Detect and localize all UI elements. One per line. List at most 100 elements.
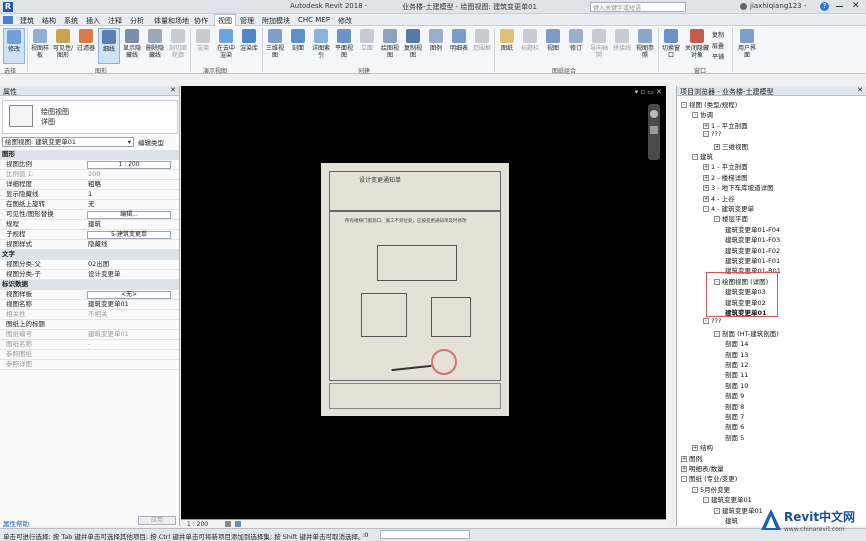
scope-box-button[interactable]: 范围框 <box>471 28 493 64</box>
expand-icon[interactable]: + <box>703 195 709 202</box>
show-hidden-lines-button[interactable]: 显示隐藏线 <box>121 28 143 64</box>
instance-selector[interactable]: 绘图视图: 建筑变更单01 ▾ <box>2 137 134 147</box>
edit-type-button[interactable]: 编辑类型 <box>138 137 164 147</box>
minimize-icon[interactable] <box>836 6 843 7</box>
browser-item[interactable]: -??? <box>703 317 721 325</box>
cut-profile-button[interactable]: 剖切面轮廓 <box>167 28 189 64</box>
browser-item[interactable]: 建筑变更单01-F04 <box>725 224 780 234</box>
close-icon[interactable]: ✕ <box>852 1 860 11</box>
place-view-button[interactable]: 视图 <box>542 28 564 64</box>
browser-item[interactable]: +3 - 地下车库坡道详图 <box>703 182 774 192</box>
render-button[interactable]: 渲染 <box>192 28 214 64</box>
cascade-button[interactable]: 层叠 <box>712 41 724 50</box>
render-gallery-button[interactable]: 渲染库 <box>238 28 260 64</box>
expand-icon[interactable]: + <box>714 143 720 150</box>
expand-icon[interactable]: + <box>703 174 709 181</box>
browser-item[interactable]: + 结构 <box>692 442 713 452</box>
tab-chc-mep[interactable]: CHC MEP <box>298 16 330 24</box>
tab-annotate[interactable]: 注释 <box>108 16 122 26</box>
tab-structure[interactable]: 结构 <box>42 16 56 26</box>
browser-item[interactable]: +1 - 平立剖面 <box>703 120 748 130</box>
user-interface-button[interactable]: 用户界面 <box>736 28 758 64</box>
browser-item[interactable]: - 协调 <box>692 109 713 119</box>
browser-item[interactable]: - 剖面 (HT-建筑剖面) <box>714 328 779 338</box>
property-value[interactable]: 1 : 200 <box>87 161 171 169</box>
cloud-render-button[interactable]: 在云中渲染 <box>215 28 237 64</box>
collapse-icon[interactable]: - <box>692 112 698 119</box>
browser-item[interactable]: -4 - 建筑变更单 <box>703 203 754 213</box>
close-icon[interactable]: ✕ <box>857 86 863 94</box>
thin-lines-button[interactable]: 细线 <box>98 28 120 64</box>
callout-button[interactable]: 详图索引 <box>310 28 332 64</box>
app-logo-icon[interactable]: R <box>3 2 13 12</box>
drafting-view-button[interactable]: 绘图视图 <box>379 28 401 64</box>
close-icon[interactable]: ✕ <box>170 86 176 94</box>
view-template-button[interactable]: 视图样板 <box>29 28 51 64</box>
tab-architecture[interactable]: 建筑 <box>20 16 34 26</box>
browser-item[interactable]: 剖面 12 <box>725 359 748 369</box>
scale-selector[interactable]: 1 : 200 <box>187 521 208 528</box>
filters-button[interactable]: 过滤器 <box>75 28 97 64</box>
visual-style-icon[interactable] <box>235 521 241 527</box>
browser-item[interactable]: 剖面 10 <box>725 380 748 390</box>
tab-manage[interactable]: 管理 <box>240 16 254 26</box>
elevation-button[interactable]: 立面 <box>356 28 378 64</box>
workset-selector[interactable] <box>380 530 470 539</box>
view-reference-button[interactable]: 视图参照 <box>634 28 656 64</box>
schedules-button[interactable]: 明细表 <box>448 28 470 64</box>
collapse-icon[interactable]: - <box>714 216 720 223</box>
property-value[interactable]: 5-建筑变更单 <box>87 231 171 239</box>
user-icon[interactable] <box>740 3 747 10</box>
browser-item[interactable]: 剖面 7 <box>725 411 744 421</box>
tab-analyze[interactable]: 分析 <box>130 16 144 26</box>
collapse-icon[interactable]: - <box>714 507 720 514</box>
browser-item[interactable]: -??? <box>703 130 721 138</box>
browser-item[interactable]: +4 - 上谷 <box>703 193 735 203</box>
collapse-icon[interactable]: - <box>703 318 709 325</box>
expand-icon[interactable]: + <box>703 185 709 192</box>
zoom-icon[interactable] <box>650 126 658 134</box>
replicate-button[interactable]: 复制 <box>712 30 724 39</box>
visibility-graphics-button[interactable]: 可见性/图形 <box>52 28 74 64</box>
property-value[interactable]: <无> <box>87 291 171 299</box>
browser-item[interactable]: 剖面 11 <box>725 369 748 379</box>
expand-icon[interactable]: + <box>703 164 709 171</box>
properties-help-link[interactable]: 属性帮助 <box>3 518 29 528</box>
sheet-button[interactable]: 图纸 <box>496 28 518 64</box>
expand-icon[interactable]: + <box>681 466 687 472</box>
browser-item[interactable]: 剖面 5 <box>725 432 744 442</box>
browser-item[interactable]: 建筑变更单01-F02 <box>725 245 780 255</box>
plan-views-button[interactable]: 平面视图 <box>333 28 355 64</box>
steering-wheel-icon[interactable] <box>650 110 658 118</box>
browser-item[interactable]: 剖面 14 <box>725 338 748 348</box>
browser-item[interactable]: 建筑变更单01-F01 <box>725 255 780 265</box>
browser-item[interactable]: 剖面 13 <box>725 349 748 359</box>
collapse-icon[interactable]: - <box>703 206 709 212</box>
tile-button[interactable]: 平铺 <box>712 52 724 61</box>
browser-item[interactable]: 建筑变更单01-F03 <box>725 234 780 244</box>
browser-item[interactable]: - 建筑 <box>692 151 713 161</box>
revisions-button[interactable]: 修订 <box>565 28 587 64</box>
legends-button[interactable]: 图例 <box>425 28 447 64</box>
navigation-bar[interactable] <box>648 104 660 160</box>
tab-view[interactable]: 视图 <box>214 14 236 26</box>
browser-item[interactable]: +2 - 楼梯详图 <box>703 172 748 182</box>
browser-item[interactable]: - 建筑变更单01 <box>714 505 763 515</box>
collapse-icon[interactable]: - <box>703 497 709 504</box>
help-icon[interactable]: ? <box>820 2 829 11</box>
guide-grid-button[interactable]: 导向轴网 <box>588 28 610 64</box>
property-category[interactable]: 标识数据 <box>0 280 179 290</box>
property-category[interactable]: 图形 <box>0 150 179 160</box>
close-hidden-button[interactable]: 关闭隐藏对象 <box>684 28 710 64</box>
browser-item[interactable]: - 视图 (类型/规程) <box>681 99 737 109</box>
collapse-icon[interactable]: - <box>681 102 687 108</box>
browser-item[interactable]: 剖面 8 <box>725 401 744 411</box>
browser-item[interactable]: +1 - 平立剖面 <box>703 161 748 171</box>
section-button[interactable]: 剖面 <box>287 28 309 64</box>
collapse-icon[interactable]: - <box>692 154 698 160</box>
tab-insert[interactable]: 插入 <box>86 16 100 26</box>
expand-icon[interactable]: + <box>703 122 709 129</box>
tab-addins[interactable]: 附加模块 <box>262 16 290 26</box>
collapse-icon[interactable]: - <box>703 131 709 138</box>
browser-item[interactable]: - 楼层平面 <box>714 213 748 223</box>
